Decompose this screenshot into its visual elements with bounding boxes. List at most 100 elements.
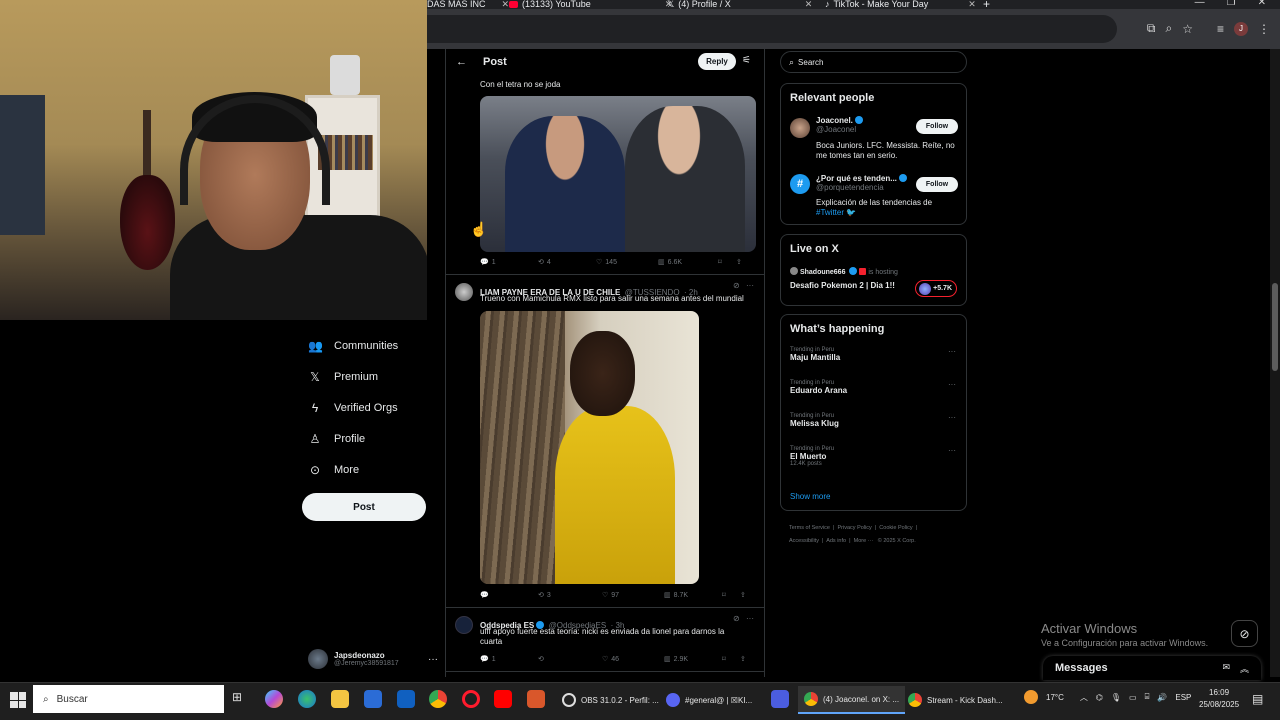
volume-icon[interactable]: 🔊	[1157, 693, 1167, 702]
grok-button[interactable]: ⊘	[1231, 620, 1258, 647]
trend-item[interactable]: Trending in Peru Maju Mantilla	[790, 347, 840, 362]
more-dots-icon[interactable]: ···	[948, 380, 956, 389]
views-action[interactable]: ▥ 8.7K	[664, 591, 722, 600]
avatar[interactable]	[455, 283, 473, 301]
more-dots-icon[interactable]: ···	[948, 347, 956, 356]
reply-action[interactable]: 💬 1	[480, 655, 538, 664]
like-action[interactable]: ♡ 145	[596, 258, 658, 267]
footer-link[interactable]: Privacy Policy	[838, 525, 872, 531]
tweet-image[interactable]	[480, 311, 699, 584]
taskbar-clock[interactable]: 16:09 25/08/2025	[1199, 687, 1239, 711]
footer-link[interactable]: Terms of Service	[789, 525, 830, 531]
close-window-icon[interactable]: ✕	[1258, 0, 1266, 8]
share-icon[interactable]: ⇪	[740, 591, 746, 599]
network-icon[interactable]: ⌸	[1145, 692, 1150, 702]
opera-icon[interactable]	[462, 690, 480, 708]
app-icon[interactable]	[771, 690, 789, 708]
tray-app-icon[interactable]: ⌬	[1096, 693, 1103, 702]
back-arrow-icon[interactable]: ←	[456, 56, 467, 68]
scrollbar-thumb[interactable]	[1272, 283, 1278, 371]
reply-action[interactable]: 💬 1	[480, 258, 538, 267]
footer-link[interactable]: More ···	[854, 538, 874, 544]
reply-action[interactable]: 💬	[480, 591, 538, 599]
more-dots-icon[interactable]: ···	[746, 281, 754, 290]
share-icon[interactable]: ⇪	[736, 258, 742, 266]
chevron-up-icon[interactable]: ︿	[1080, 692, 1088, 703]
messages-drawer[interactable]: Messages ✉ ︽	[1043, 656, 1261, 680]
chevron-up-icon[interactable]: ︽	[1240, 662, 1249, 675]
taskbar-search-input[interactable]: ⌕ Buscar	[33, 685, 224, 713]
follow-button[interactable]: Follow	[916, 119, 958, 134]
zoom-icon[interactable]: ⌕	[1165, 21, 1172, 36]
trend-item[interactable]: Trending in Peru El Muerto 12.4K posts	[790, 446, 834, 467]
new-tab-button[interactable]: +	[983, 0, 990, 9]
grok-icon[interactable]: ⊘	[733, 614, 740, 623]
more-dots-icon[interactable]: ···	[948, 413, 956, 422]
cast-icon[interactable]: ⧉	[1147, 21, 1156, 36]
avatar[interactable]	[455, 616, 473, 634]
weather-temp[interactable]: 17°C	[1046, 693, 1064, 702]
store-icon[interactable]	[364, 690, 382, 708]
reply-button[interactable]: Reply	[698, 53, 736, 70]
taskbar-app-discord[interactable]: #general@ | ☒KI...	[660, 686, 758, 714]
live-listener-count[interactable]: +5.7K	[915, 280, 957, 297]
windows-start-icon[interactable]	[10, 692, 26, 708]
trend-item[interactable]: Trending in Peru Melissa Klug	[790, 413, 839, 428]
browser-tab[interactable]: 𝕏 (4) Profile / X ✕	[667, 0, 812, 9]
kebab-menu-icon[interactable]: ⋮	[1258, 22, 1270, 36]
nav-item-premium[interactable]: 𝕏 Premium	[300, 361, 430, 392]
outlook-icon[interactable]	[397, 690, 415, 708]
hashtag-avatar-icon[interactable]: #	[790, 174, 810, 194]
bookmark-icon[interactable]: ⌑	[718, 258, 736, 266]
live-title[interactable]: Desafio Pokemon 2 | Dia 1!!	[790, 281, 895, 290]
notification-icon[interactable]: ▤	[1252, 692, 1263, 706]
close-icon[interactable]: ✕	[805, 0, 813, 9]
like-action[interactable]: ♡ 97	[602, 591, 664, 600]
close-icon[interactable]: ✕	[502, 0, 510, 9]
more-dots-icon[interactable]: ···	[948, 446, 956, 455]
footer-link[interactable]: Accessibility	[789, 538, 819, 544]
post-button[interactable]: Post	[302, 493, 426, 521]
person-name[interactable]: Joaconel.	[816, 116, 853, 125]
hashtag-link[interactable]: #Twitter	[816, 208, 844, 217]
browser-tab[interactable]: ♪ TikTok - Make Your Day ✕	[825, 0, 976, 9]
media-control-icon[interactable]: ≡	[1217, 22, 1224, 36]
follow-button[interactable]: Follow	[916, 177, 958, 192]
browser-tab[interactable]: (13133) YouTube ✕	[509, 0, 672, 9]
share-icon[interactable]: ⇪	[740, 655, 746, 663]
taskbar-app-chrome-x[interactable]: (4) Joaconel. on X: ...	[798, 686, 906, 714]
bookmark-icon[interactable]: ⌑	[722, 655, 740, 663]
avatar[interactable]	[790, 118, 810, 138]
more-dots-icon[interactable]: ···	[428, 654, 438, 665]
search-input[interactable]: ⌕ Search	[780, 51, 967, 73]
repost-action[interactable]: ⟲ 4	[538, 258, 596, 267]
views-action[interactable]: ▥ 2.9K	[664, 655, 722, 664]
chrome-icon[interactable]	[429, 690, 447, 708]
nav-item-more[interactable]: ⊙ More	[300, 454, 430, 485]
compose-message-icon[interactable]: ✉	[1222, 662, 1230, 675]
address-bar[interactable]	[427, 15, 1117, 43]
battery-icon[interactable]: ▭	[1129, 693, 1137, 702]
repost-action[interactable]: ⟲	[538, 655, 602, 663]
restore-icon[interactable]: ❐	[1227, 0, 1236, 8]
file-explorer-icon[interactable]	[331, 690, 349, 708]
weather-icon[interactable]	[1024, 690, 1038, 704]
minimize-icon[interactable]: —	[1195, 0, 1205, 8]
like-action[interactable]: ♡ 46	[602, 655, 664, 664]
bookmark-icon[interactable]: ⌑	[722, 591, 740, 599]
task-view-icon[interactable]: ⊞	[232, 690, 250, 708]
language-indicator[interactable]: ESP	[1175, 693, 1191, 702]
copilot-icon[interactable]	[265, 690, 283, 708]
filter-icon[interactable]: ⚟	[742, 55, 751, 66]
footer-link[interactable]: Ads info	[826, 538, 846, 544]
close-icon[interactable]: ✕	[968, 0, 976, 9]
repost-action[interactable]: ⟲ 3	[538, 591, 602, 600]
person-name[interactable]: ¿Por qué es tenden...	[816, 174, 897, 183]
app-icon[interactable]	[527, 690, 545, 708]
page-scrollbar[interactable]	[1270, 49, 1280, 677]
footer-link[interactable]: Cookie Policy	[879, 525, 912, 531]
profile-avatar[interactable]: J	[1234, 21, 1248, 36]
browser-tab[interactable]: DAS MAS INC ✕	[427, 0, 509, 9]
tweet-image[interactable]	[480, 96, 756, 252]
more-dots-icon[interactable]: ···	[746, 614, 754, 623]
